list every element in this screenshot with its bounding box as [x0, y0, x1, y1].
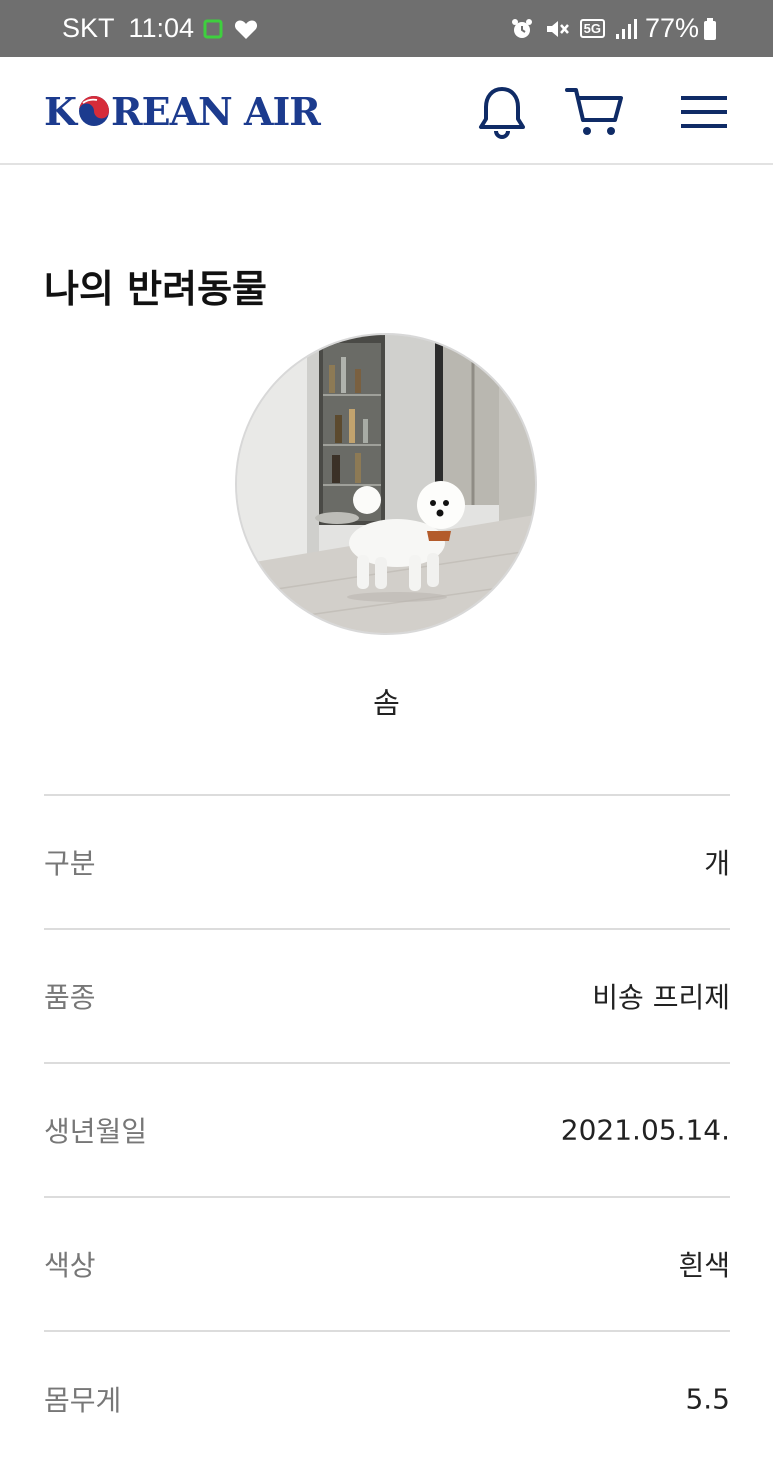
- battery-level: 77%: [644, 13, 699, 43]
- network-label: 5G: [579, 19, 605, 38]
- detail-row-type: 구분 개: [44, 796, 730, 930]
- logo-letter-k: K: [44, 88, 77, 134]
- app-header: K REAN AIR: [0, 57, 773, 165]
- cart-icon: [565, 88, 623, 135]
- detail-row-weight: 몸무게 5.5: [44, 1332, 730, 1463]
- battery-icon: [704, 17, 716, 40]
- logo-wordmark: REAN AIR: [111, 88, 321, 134]
- hamburger-menu-icon: [681, 96, 727, 128]
- clock: 11:04: [128, 13, 195, 43]
- dog-photo-image: [237, 335, 535, 633]
- pet-name: 솜: [373, 686, 400, 720]
- bell-icon: [479, 87, 525, 139]
- screen-record-icon: [203, 19, 223, 38]
- heart-icon: [235, 20, 258, 39]
- detail-label: 생년월일: [44, 1115, 148, 1148]
- pet-photo: [237, 335, 535, 633]
- detail-value: 2021.05.14.: [560, 1113, 730, 1147]
- carrier-label: SKT: [62, 13, 115, 43]
- page-title: 나의 반려동물: [44, 267, 267, 311]
- signal-icon: [615, 18, 637, 39]
- detail-value: 비숑 프리제: [592, 981, 730, 1014]
- detail-row-breed: 품종 비숑 프리제: [44, 930, 730, 1064]
- korean-air-logo[interactable]: K REAN AIR: [44, 83, 321, 139]
- status-left: SKT 11:04: [62, 0, 258, 57]
- detail-label: 몸무게: [44, 1384, 122, 1417]
- detail-label: 구분: [44, 847, 96, 880]
- mute-icon: [546, 20, 569, 37]
- notification-button[interactable]: [472, 82, 532, 142]
- cart-button[interactable]: [565, 82, 625, 142]
- detail-value: 흰색: [678, 1249, 730, 1282]
- menu-button[interactable]: [674, 82, 734, 142]
- detail-label: 색상: [44, 1249, 96, 1282]
- detail-value: 5.5: [685, 1382, 730, 1416]
- alarm-icon: [511, 18, 532, 38]
- pet-profile-page: SKT 11:04 5G 77% K REAN AIR 나의 반려동물 솜 구분…: [0, 0, 773, 1463]
- detail-value: 개: [704, 847, 730, 880]
- pet-details-list: 구분 개 품종 비숑 프리제 생년월일 2021.05.14. 색상 흰색 몸무…: [44, 794, 730, 1463]
- status-bar: SKT 11:04 5G 77%: [0, 0, 773, 57]
- detail-row-color: 색상 흰색: [44, 1198, 730, 1332]
- taeguk-logo-icon: [79, 96, 110, 126]
- status-right: 5G 77%: [500, 0, 717, 57]
- detail-row-birthdate: 생년월일 2021.05.14.: [44, 1064, 730, 1198]
- detail-label: 품종: [44, 981, 96, 1014]
